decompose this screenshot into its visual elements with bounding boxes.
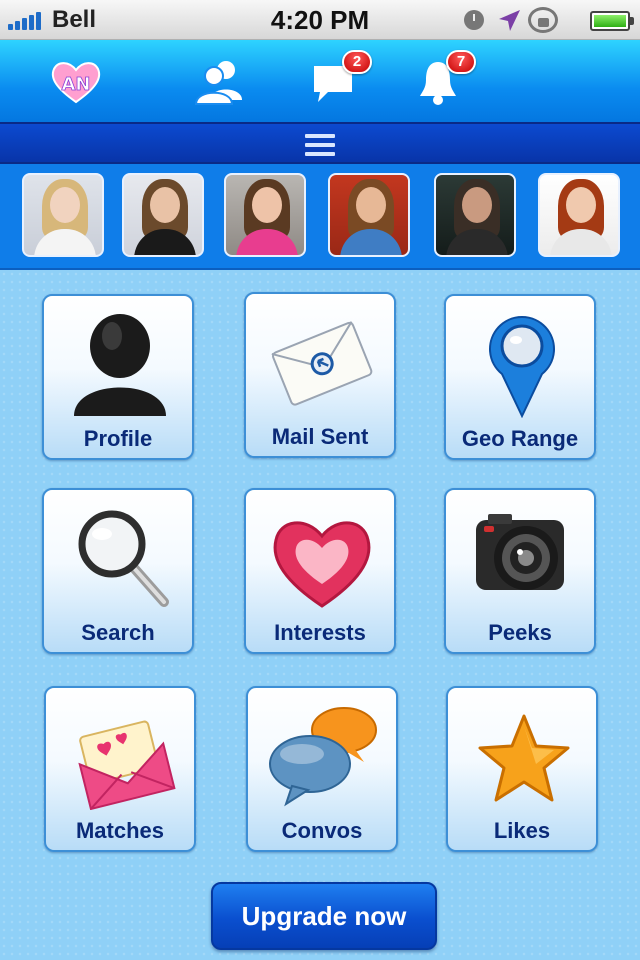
top-nav: AN 2 7 (0, 40, 640, 122)
interests-tile[interactable]: Interests (244, 488, 396, 654)
notifications-badge: 7 (446, 50, 476, 74)
messages-badge: 2 (342, 50, 372, 74)
user-silhouette-icon (74, 314, 166, 416)
mail-sent-tile[interactable]: Mail Sent (244, 292, 396, 458)
avatar[interactable] (538, 173, 620, 257)
avatar[interactable] (434, 173, 516, 257)
hamburger-menu-icon[interactable] (305, 134, 335, 156)
matches-label: Matches (75, 818, 165, 843)
convos-tile[interactable]: Convos (246, 686, 398, 852)
interests-label: Interests (274, 620, 366, 645)
battery-icon (590, 11, 634, 31)
magnifier-icon (78, 510, 169, 607)
app-logo-button[interactable]: AN (46, 56, 106, 108)
speech-bubbles-icon (269, 707, 377, 807)
mail-sent-label: Mail Sent (271, 424, 369, 449)
messages-button[interactable]: 2 (306, 50, 372, 108)
likes-tile[interactable]: Likes (446, 686, 598, 852)
profile-label: Profile (83, 426, 153, 451)
avatar[interactable] (122, 173, 204, 257)
peeks-label: Peeks (488, 620, 552, 645)
search-tile[interactable]: Search (42, 488, 194, 654)
notifications-button[interactable]: 7 (410, 50, 476, 108)
envelope-icon (271, 321, 373, 406)
map-pin-icon (489, 316, 555, 418)
friends-button[interactable] (190, 56, 250, 108)
alarm-clock-icon (464, 10, 484, 30)
love-letter-icon (78, 720, 176, 810)
matches-tile[interactable]: Matches (44, 686, 196, 852)
avatar[interactable] (224, 173, 306, 257)
rotation-lock-icon (528, 7, 558, 33)
profile-tile[interactable]: Profile (42, 294, 194, 460)
likes-label: Likes (493, 818, 551, 843)
geo-range-tile[interactable]: Geo Range (444, 294, 596, 460)
svg-text:AN: AN (62, 74, 91, 95)
geo-range-label: Geo Range (461, 426, 579, 451)
location-arrow-icon (499, 10, 520, 31)
peeks-tile[interactable]: Peeks (444, 488, 596, 654)
avatar-strip (0, 164, 640, 270)
avatar[interactable] (328, 173, 410, 257)
heart-icon (273, 521, 371, 608)
search-label: Search (81, 620, 155, 645)
people-icon (194, 61, 242, 105)
camera-icon (476, 514, 564, 590)
avatar[interactable] (22, 173, 104, 257)
status-icons (464, 7, 634, 33)
upgrade-button[interactable]: Upgrade now (211, 882, 437, 950)
star-icon (478, 714, 570, 802)
status-bar: Bell 4:20 PM (0, 0, 640, 40)
heart-logo-icon: AN (51, 62, 101, 104)
menu-bar (0, 122, 640, 164)
feature-grid: Profile Mail Sent Geo Range Search Inter… (0, 270, 640, 960)
convos-label: Convos (281, 818, 363, 843)
